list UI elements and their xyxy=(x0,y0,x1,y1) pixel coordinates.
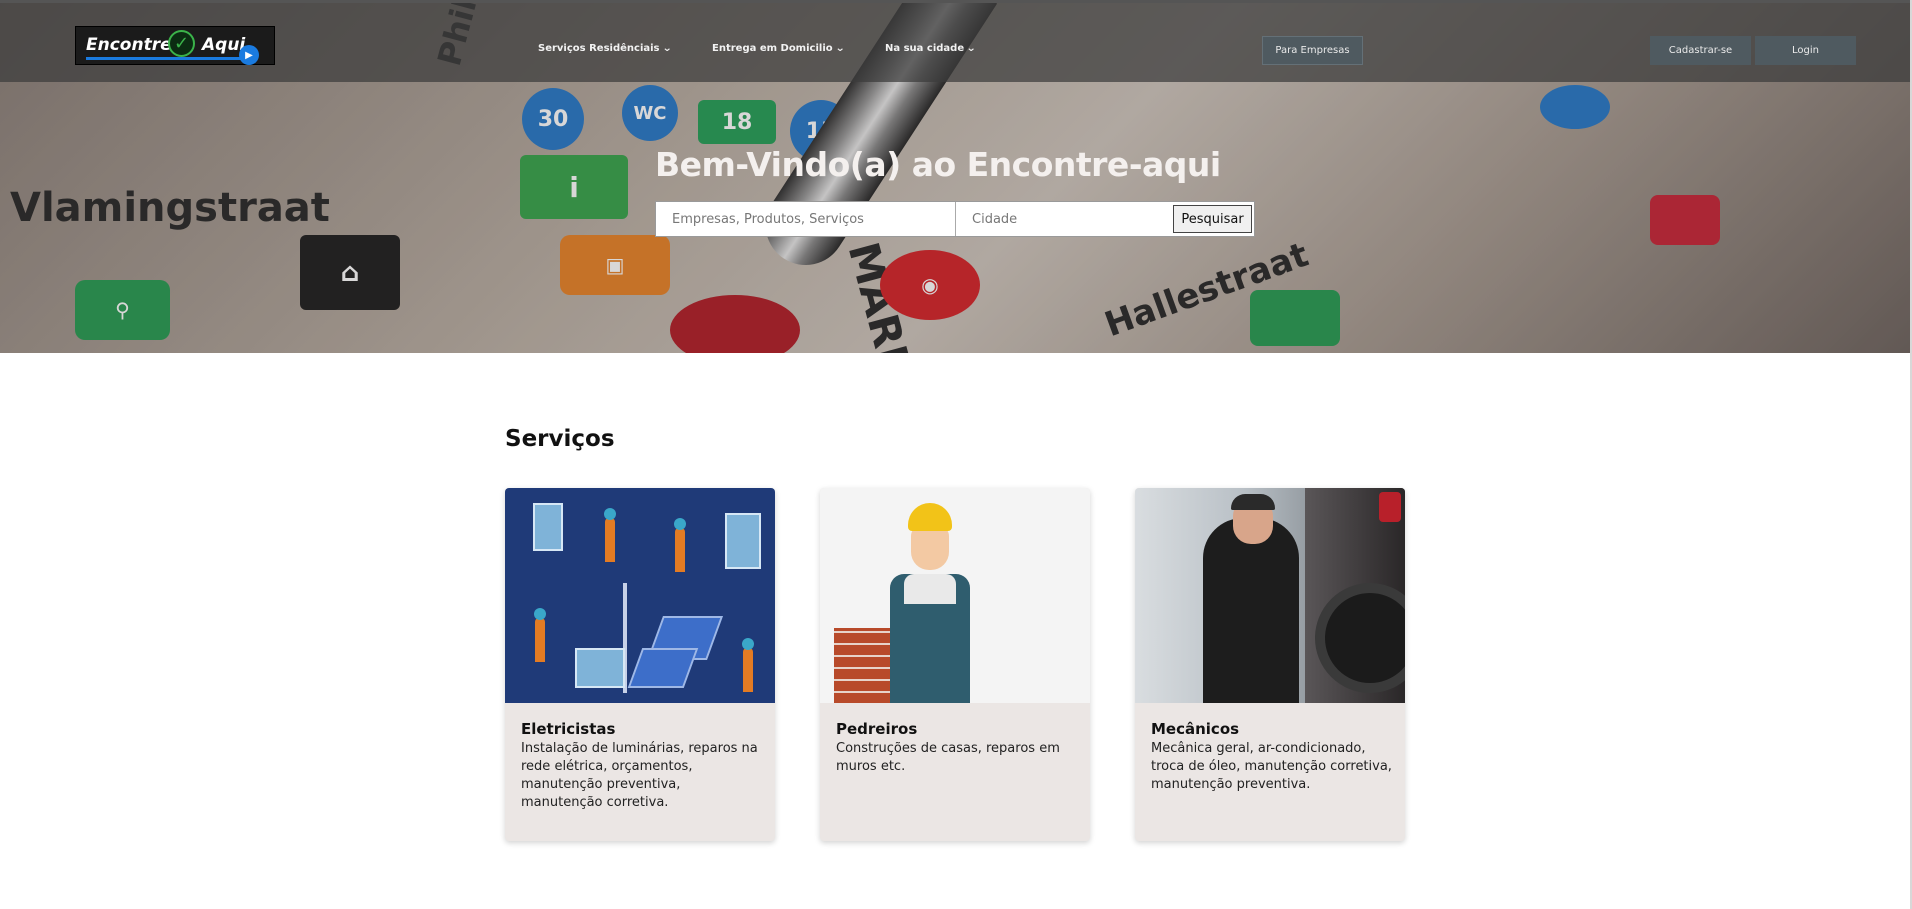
eletricistas-image xyxy=(505,488,775,703)
worker-figure xyxy=(742,638,754,692)
service-description: Instalação de luminárias, reparos na red… xyxy=(521,741,758,810)
worker-figure xyxy=(674,518,686,572)
mechanic-body xyxy=(1203,518,1299,703)
service-card-pedreiros[interactable]: Pedreiros Construções de casas, reparos … xyxy=(820,488,1090,841)
hard-hat xyxy=(908,503,952,531)
login-button[interactable]: Login xyxy=(1755,36,1856,65)
nav-entrega-em-domicilio[interactable]: Entrega em Domicilio ⌄ xyxy=(712,43,845,54)
nav-entrega-em-domicilio-label: Entrega em Domicilio xyxy=(712,43,833,54)
chevron-down-icon: ⌄ xyxy=(834,43,845,54)
service-name: Eletricistas xyxy=(521,720,616,738)
para-empresas-button[interactable]: Para Empresas xyxy=(1262,36,1363,65)
electric-cabinet xyxy=(725,513,761,569)
solar-panel xyxy=(627,648,699,688)
mecanicos-image xyxy=(1135,488,1405,703)
worker-face xyxy=(911,526,949,570)
brick-wall xyxy=(834,628,894,703)
service-name: Mecânicos xyxy=(1151,720,1240,738)
chevron-down-icon: ⌄ xyxy=(661,43,672,54)
electric-cabinet xyxy=(533,503,563,551)
service-description: Mecânica geral, ar-condicionado, troca d… xyxy=(1151,741,1392,792)
worker-figure xyxy=(604,508,616,562)
nav-na-sua-cidade[interactable]: Na sua cidade ⌄ xyxy=(885,43,976,54)
logo-word-encontre: Encontre xyxy=(86,35,172,55)
worker-shirt xyxy=(904,574,956,604)
services-title: Serviços xyxy=(505,426,615,452)
service-card-eletricistas[interactable]: Eletricistas Instalação de luminárias, r… xyxy=(505,488,775,841)
nav-servicos-residenciais-label: Serviços Residênciais xyxy=(538,43,660,54)
site-logo[interactable]: Encontre ✓ Aqui ▶ xyxy=(75,26,275,65)
signup-button[interactable]: Cadastrar-se xyxy=(1650,36,1751,65)
service-name: Pedreiros xyxy=(836,720,918,738)
car-tail-light xyxy=(1379,492,1401,522)
service-card-mecanicos[interactable]: Mecânicos Mecânica geral, ar-condicionad… xyxy=(1135,488,1405,841)
mechanic-cap xyxy=(1231,494,1275,510)
search-input[interactable] xyxy=(656,202,956,236)
nav-servicos-residenciais[interactable]: Serviços Residênciais ⌄ xyxy=(538,43,672,54)
transformer xyxy=(575,648,625,688)
nav-na-sua-cidade-label: Na sua cidade xyxy=(885,43,965,54)
city-input[interactable] xyxy=(956,202,1172,236)
navbar: Encontre ✓ Aqui ▶ Serviços Residênciais ⌄… xyxy=(0,0,1912,82)
search-bar: Pesquisar xyxy=(655,201,1255,237)
play-icon: ▶ xyxy=(239,45,259,65)
pedreiros-image xyxy=(820,488,1090,703)
search-button[interactable]: Pesquisar xyxy=(1173,205,1252,233)
service-description: Construções de casas, reparos em muros e… xyxy=(836,741,1060,774)
check-icon: ✓ xyxy=(168,30,195,57)
chevron-down-icon: ⌄ xyxy=(966,43,977,54)
worker-figure xyxy=(534,608,546,662)
logo-underline xyxy=(86,57,256,60)
hero-title: Bem-Vindo(a) ao Encontre-aqui xyxy=(655,145,1221,184)
